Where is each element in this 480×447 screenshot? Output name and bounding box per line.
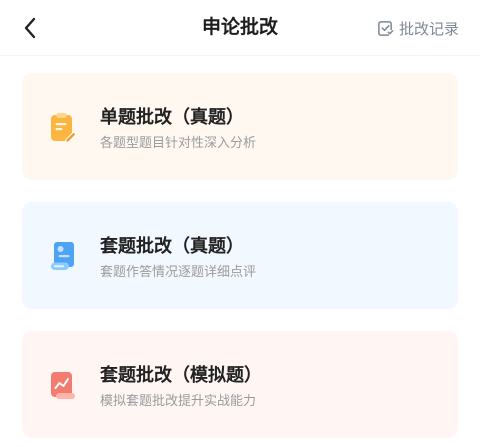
correction-options-list: 单题批改（真题） 各题型题目针对性深入分析 套题批改（真题） 套题作答情况逐题详… xyxy=(0,56,480,438)
screen: 申论批改 批改记录 单题批改（真题） 各题型题目针对性深入分析 套题批改（真题）… xyxy=(0,0,480,447)
card-subtitle: 各题型题目针对性深入分析 xyxy=(100,134,257,150)
single-question-correction-card[interactable]: 单题批改（真题） 各题型题目针对性深入分析 xyxy=(22,73,458,180)
card-text: 套题批改（模拟题） 模拟套题批改提升实战能力 xyxy=(100,359,262,411)
card-text: 套题批改（真题） 套题作答情况逐题详细点评 xyxy=(100,230,256,282)
card-title: 套题批改（真题） xyxy=(100,235,244,256)
clipboard-icon-graphic xyxy=(51,112,76,142)
back-button[interactable] xyxy=(16,14,44,42)
card-title: 单题批改（真题） xyxy=(100,106,244,127)
clipboard-icon xyxy=(50,112,76,142)
card-text: 单题批改（真题） 各题型题目针对性深入分析 xyxy=(100,101,256,153)
card-subtitle: 套题作答情况逐题详细点评 xyxy=(100,263,257,279)
correction-history-button[interactable]: 批改记录 xyxy=(377,0,459,56)
nav-header: 申论批改 批改记录 xyxy=(0,0,480,56)
chart-icon xyxy=(50,370,76,400)
scroll-icon-graphic xyxy=(51,241,74,270)
card-title: 套题批改（模拟题） xyxy=(100,364,262,385)
correction-history-label: 批改记录 xyxy=(398,20,459,38)
card-subtitle: 模拟套题批改提升实战能力 xyxy=(100,392,257,408)
full-set-real-correction-card[interactable]: 套题批改（真题） 套题作答情况逐题详细点评 xyxy=(22,202,458,309)
full-set-mock-correction-card[interactable]: 套题批改（模拟题） 模拟套题批改提升实战能力 xyxy=(22,331,458,438)
chart-icon-graphic xyxy=(51,371,75,399)
scroll-icon xyxy=(50,241,76,271)
chevron-left-icon xyxy=(24,17,36,39)
record-check-icon xyxy=(378,20,394,36)
